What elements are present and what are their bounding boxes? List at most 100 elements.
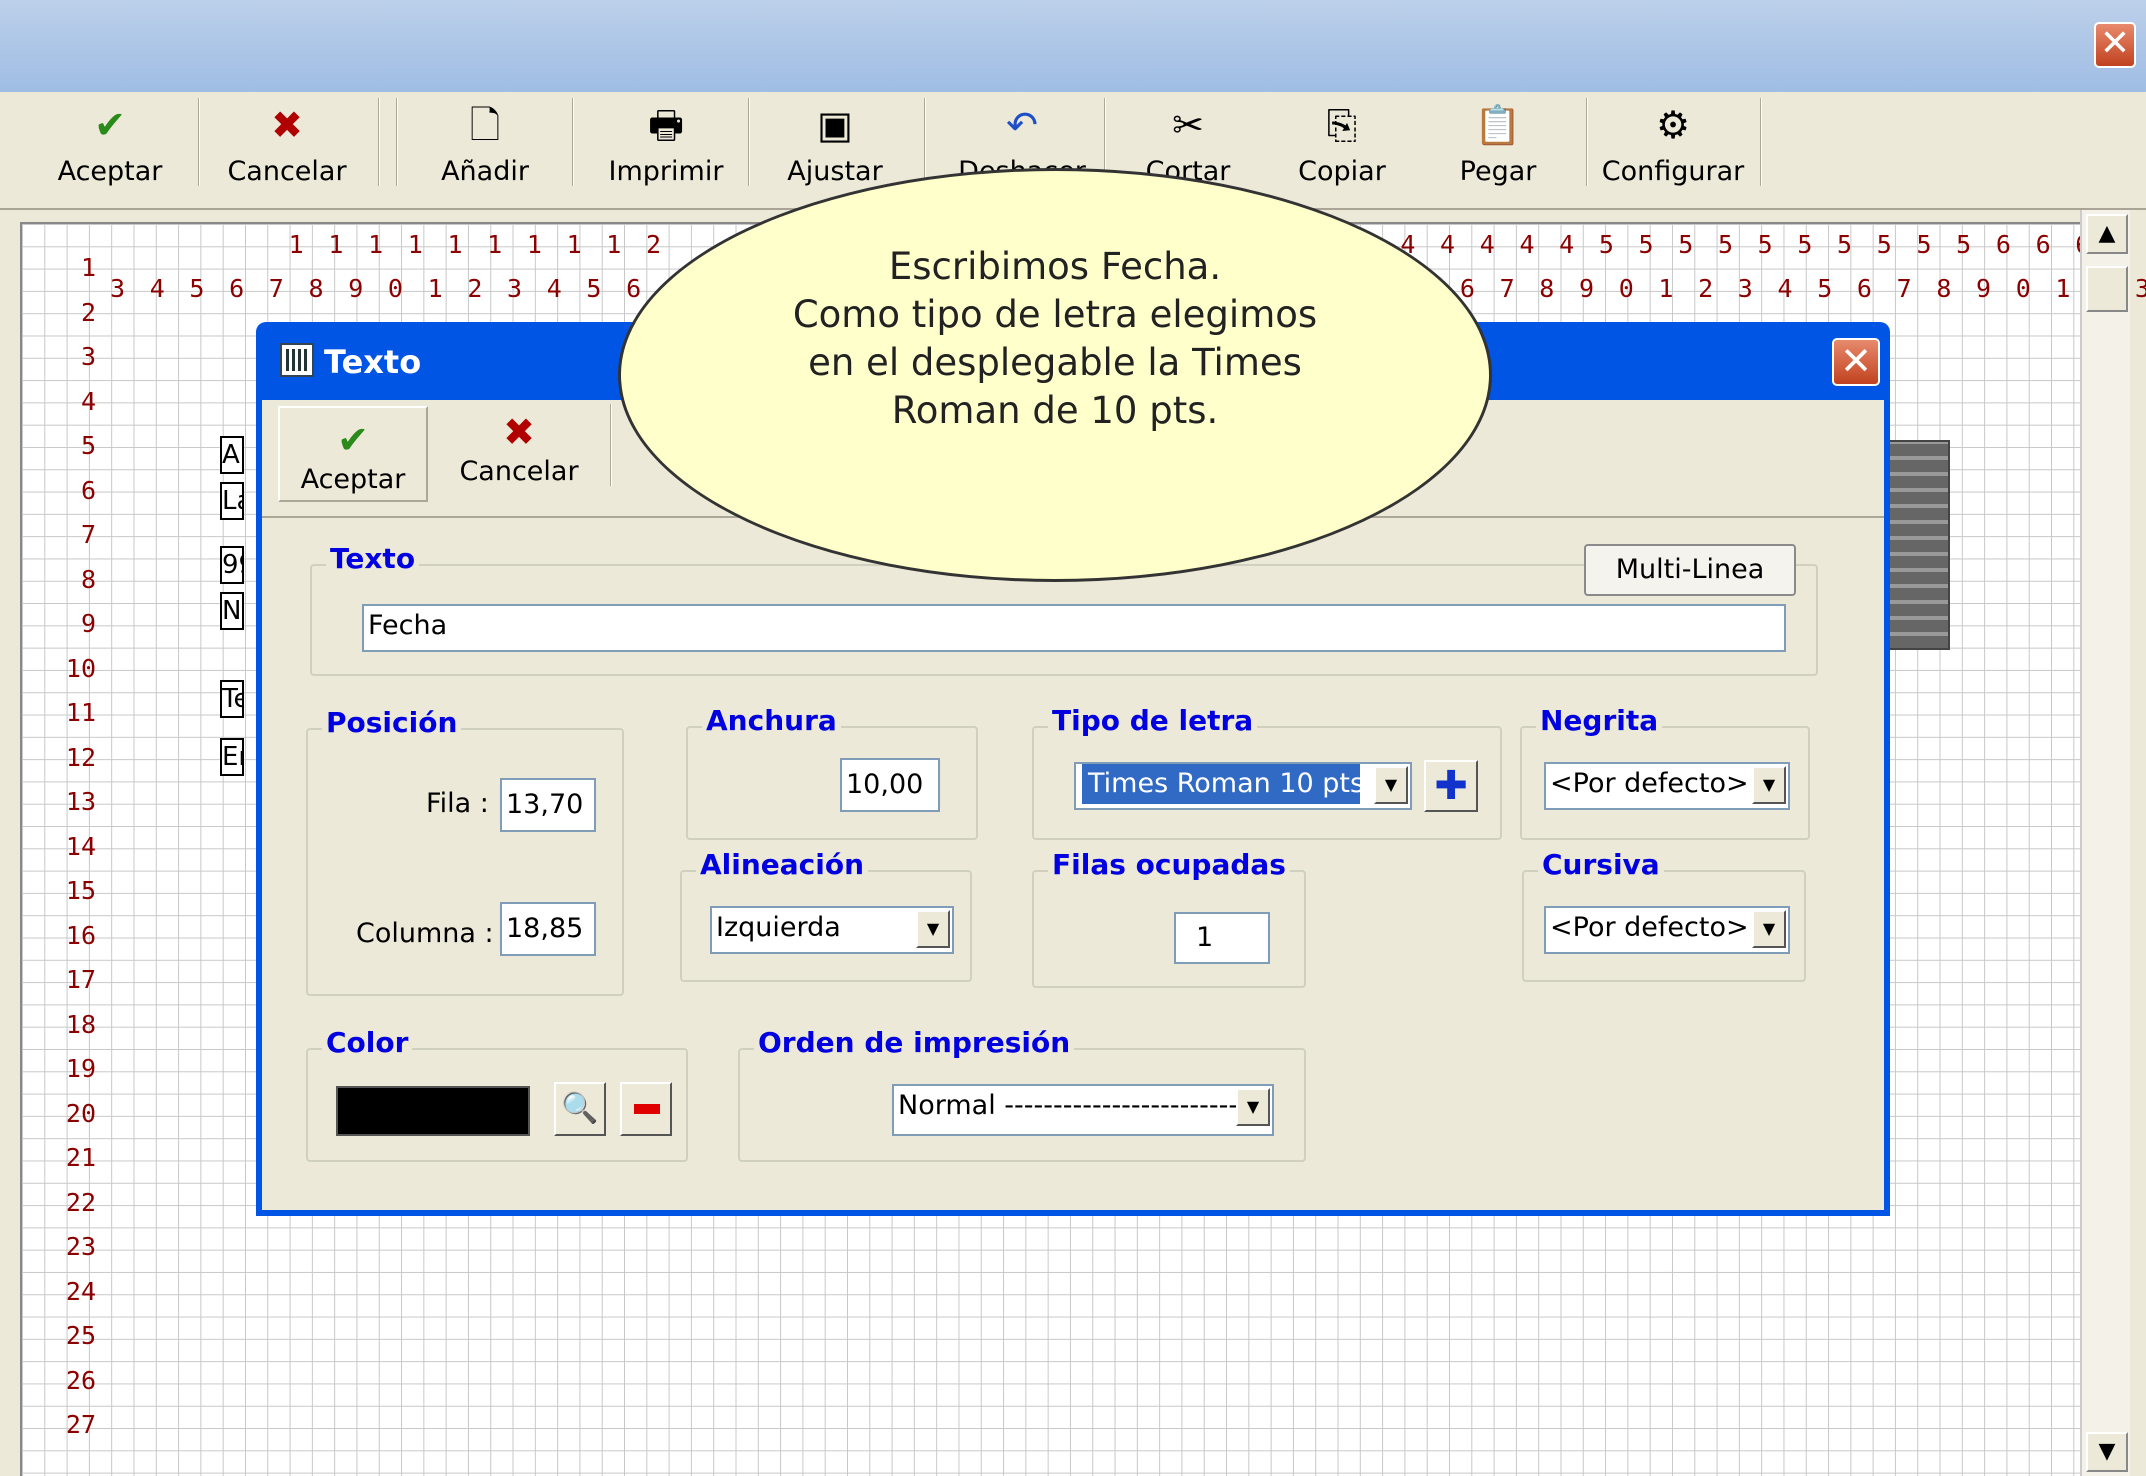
anchura-group: Anchura 10,00	[686, 704, 978, 840]
left-ruler-number: 26	[65, 1365, 96, 1395]
clipboard-icon: 📋	[1474, 103, 1522, 147]
canvas-field[interactable]: 99	[220, 546, 244, 584]
orden-impresion-select[interactable]: Normal --------------------------- ▼	[892, 1084, 1274, 1136]
negrita-value: <Por defecto>	[1550, 768, 1749, 799]
color-legend: Color	[322, 1026, 413, 1059]
chevron-down-icon[interactable]: ▼	[1374, 766, 1408, 804]
canvas-field[interactable]: La	[220, 482, 244, 520]
cursiva-group: Cursiva <Por defecto> ▼	[1522, 848, 1806, 982]
left-ruler-number: 21	[65, 1143, 96, 1172]
copy-icon: ⎘	[1326, 103, 1358, 147]
left-ruler-number: 17	[65, 965, 96, 994]
check-icon: ✔	[94, 103, 126, 147]
printer-icon: 🖶	[648, 103, 684, 147]
left-ruler-number: 10	[65, 653, 96, 683]
color-group: Color 🔍	[306, 1026, 688, 1162]
canvas-field[interactable]: N.	[220, 592, 244, 630]
check-icon: ✔	[337, 418, 369, 462]
scroll-down-icon[interactable]: ▼	[2086, 1432, 2128, 1472]
tipo-letra-value: Times Roman 10 pts	[1082, 764, 1364, 804]
texto-input[interactable]: Fecha	[362, 604, 1786, 652]
left-ruler-number: 3	[80, 342, 96, 371]
multiline-button[interactable]: Multi-Linea	[1584, 544, 1796, 596]
chevron-down-icon[interactable]: ▼	[1752, 766, 1786, 804]
left-ruler-number: 18	[65, 1009, 96, 1039]
canvas-field[interactable]: Em	[220, 738, 244, 776]
dialog-accept-label: Aceptar	[300, 464, 406, 495]
orden-impresion-value: Normal ---------------------------	[898, 1090, 1268, 1121]
canvas-image[interactable]	[1880, 440, 1950, 650]
anchura-legend: Anchura	[702, 704, 841, 737]
scroll-up-icon[interactable]: ▲	[2086, 214, 2128, 254]
copy-label: Copiar	[1298, 156, 1386, 187]
posicion-group: Posición Fila : 13,70 Columna : 18,85	[306, 706, 624, 996]
dialog-title: Texto	[324, 343, 422, 381]
posicion-legend: Posición	[322, 706, 462, 739]
cancel-button[interactable]: ✖ Cancelar	[212, 92, 362, 206]
alineacion-legend: Alineación	[696, 848, 869, 881]
paste-button[interactable]: 📋 Pegar	[1428, 92, 1568, 206]
paste-label: Pegar	[1459, 156, 1537, 187]
canvas-field[interactable]: Al	[220, 436, 244, 474]
add-font-icon[interactable]: ✚	[1424, 760, 1478, 812]
left-ruler-number: 22	[65, 1187, 96, 1217]
left-ruler-number: 8	[80, 564, 96, 594]
window-close-button[interactable]: ✕	[2094, 22, 2136, 68]
tipo-letra-legend: Tipo de letra	[1048, 704, 1258, 737]
chevron-down-icon[interactable]: ▼	[916, 910, 950, 948]
add-label: Añadir	[441, 156, 529, 187]
x-icon: ✖	[271, 103, 303, 147]
copy-button[interactable]: ⎘ Copiar	[1272, 92, 1412, 206]
fila-input[interactable]: 13,70	[500, 778, 596, 832]
negrita-select[interactable]: <Por defecto> ▼	[1544, 762, 1790, 810]
left-ruler-number: 13	[65, 787, 96, 816]
left-ruler-number: 20	[65, 1098, 96, 1128]
left-ruler-number: 12	[65, 742, 96, 772]
undo-icon: ↶	[1006, 103, 1038, 147]
orden-impresion-legend: Orden de impresión	[754, 1026, 1075, 1059]
dialog-cancel-button[interactable]: ✖ Cancelar	[444, 400, 594, 500]
cursiva-legend: Cursiva	[1538, 848, 1664, 881]
search-icon[interactable]: 🔍	[554, 1082, 606, 1136]
filas-ocupadas-input[interactable]: 1	[1174, 912, 1270, 964]
monitor-icon: ▣	[817, 103, 853, 147]
accept-label: Aceptar	[57, 156, 163, 187]
left-ruler-number: 2	[80, 297, 96, 327]
columna-input[interactable]: 18,85	[500, 902, 596, 956]
configure-label: Configurar	[1601, 156, 1745, 187]
cursiva-select[interactable]: <Por defecto> ▼	[1544, 906, 1790, 954]
color-swatch[interactable]	[336, 1086, 530, 1136]
configure-button[interactable]: ⚙ Configurar	[1598, 92, 1748, 206]
orden-impresion-group: Orden de impresión Normal --------------…	[738, 1026, 1306, 1162]
tipo-letra-group: Tipo de letra Times Roman 10 pts ▼ ✚	[1032, 704, 1502, 840]
filas-ocupadas-legend: Filas ocupadas	[1048, 848, 1290, 881]
left-ruler-number: 9	[80, 609, 96, 638]
canvas-field[interactable]: Te	[220, 680, 244, 718]
remove-color-icon[interactable]	[620, 1082, 672, 1136]
accept-button[interactable]: ✔ Aceptar	[40, 92, 180, 206]
left-ruler-number: 6	[80, 475, 96, 505]
window-titlebar: ✕	[0, 0, 2146, 92]
scissors-icon: ✂	[1172, 103, 1204, 147]
print-label: Imprimir	[608, 156, 724, 187]
tipo-letra-select[interactable]: Times Roman 10 pts ▼	[1074, 762, 1412, 810]
chevron-down-icon[interactable]: ▼	[1236, 1088, 1270, 1126]
chevron-down-icon[interactable]: ▼	[1752, 910, 1786, 948]
dialog-close-button[interactable]: ✕	[1832, 338, 1880, 386]
cancel-label: Cancelar	[227, 156, 347, 187]
left-ruler-number: 15	[65, 876, 96, 905]
dialog-accept-button[interactable]: ✔ Aceptar	[278, 406, 428, 502]
alineacion-value: Izquierda	[716, 912, 841, 943]
texto-legend: Texto	[326, 542, 420, 575]
left-ruler-number: 25	[65, 1321, 96, 1350]
left-ruler-number: 19	[65, 1054, 96, 1083]
fila-label: Fila :	[426, 788, 489, 819]
vertical-scrollbar[interactable]: ▲ ▼	[2080, 210, 2130, 1476]
left-ruler-number: 7	[80, 520, 96, 549]
scroll-thumb[interactable]	[2086, 266, 2128, 312]
add-button[interactable]: 🗋 Añadir	[410, 92, 560, 206]
left-ruler-number: 24	[65, 1276, 96, 1306]
anchura-input[interactable]: 10,00	[840, 758, 940, 812]
print-button[interactable]: 🖶 Imprimir	[586, 92, 746, 206]
alineacion-select[interactable]: Izquierda ▼	[710, 906, 954, 954]
